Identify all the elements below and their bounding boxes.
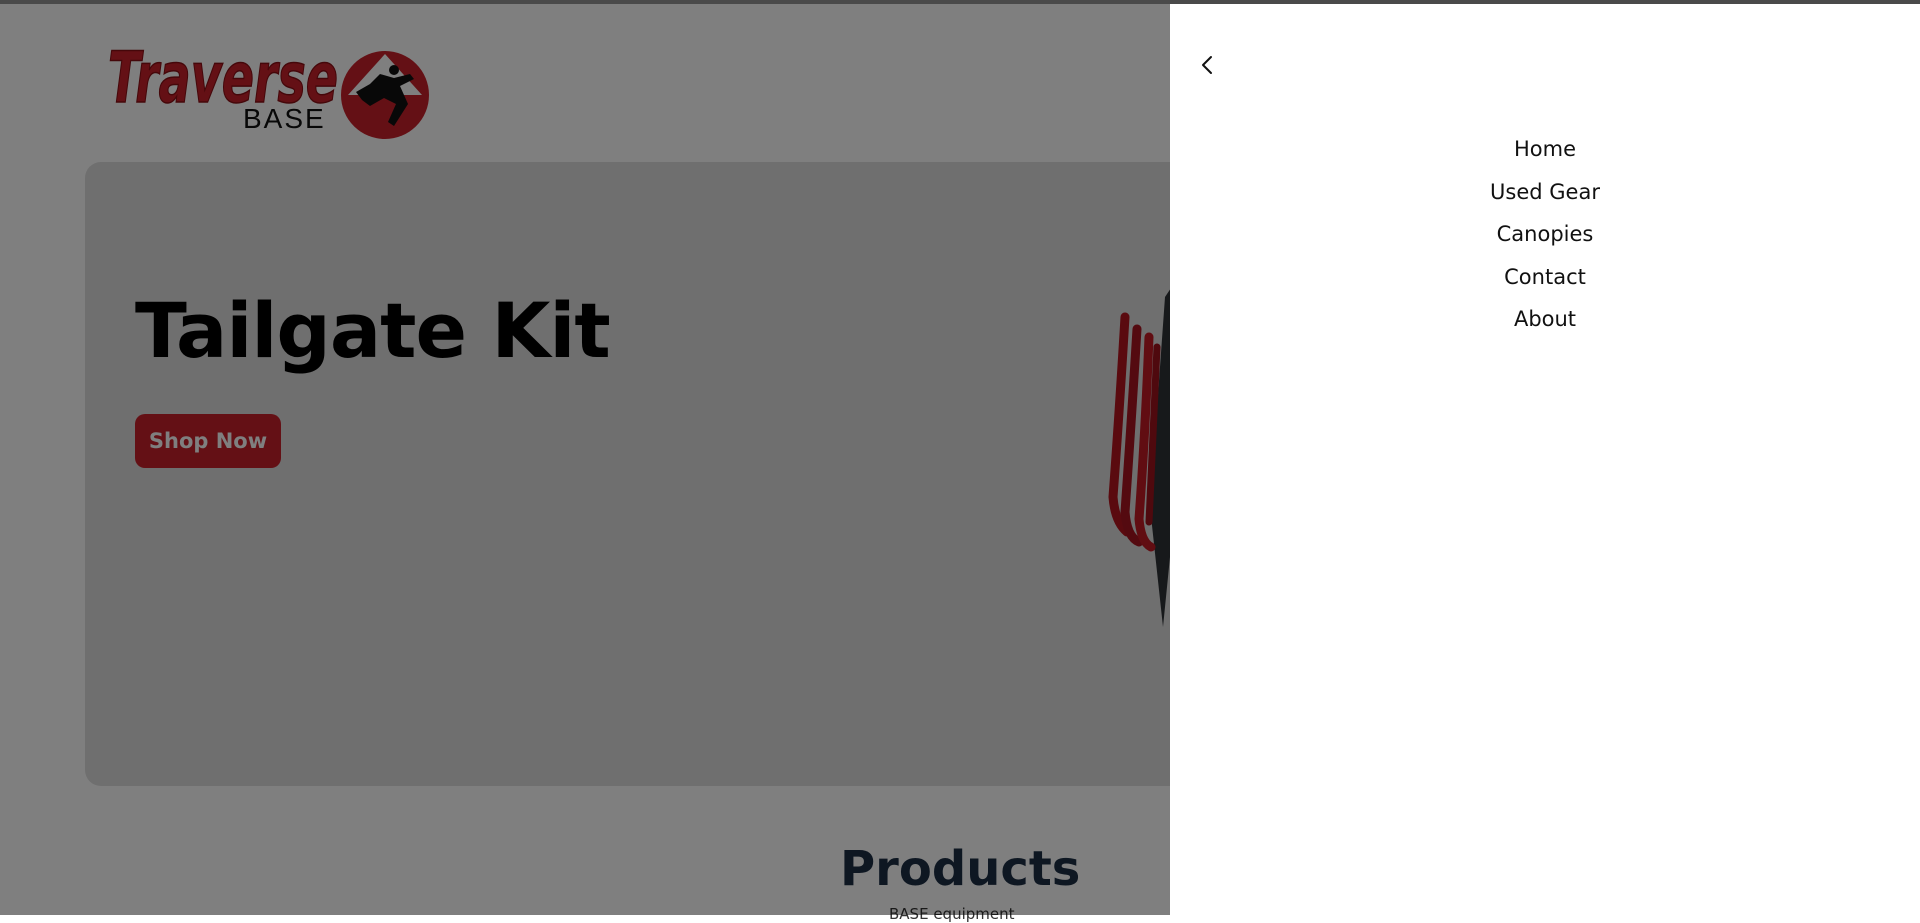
nav-item-contact[interactable]: Contact bbox=[1170, 256, 1920, 299]
nav-item-about[interactable]: About bbox=[1170, 298, 1920, 341]
chevron-left-icon bbox=[1202, 56, 1212, 74]
drawer-nav: Home Used Gear Canopies Contact About bbox=[1170, 128, 1920, 341]
navigation-drawer: Home Used Gear Canopies Contact About bbox=[1170, 4, 1920, 915]
window-top-border bbox=[0, 0, 1920, 4]
drawer-close-button[interactable] bbox=[1192, 50, 1222, 80]
nav-item-used-gear[interactable]: Used Gear bbox=[1170, 171, 1920, 214]
nav-item-canopies[interactable]: Canopies bbox=[1170, 213, 1920, 256]
drawer-backdrop[interactable] bbox=[0, 4, 1170, 915]
nav-item-home[interactable]: Home bbox=[1170, 128, 1920, 171]
